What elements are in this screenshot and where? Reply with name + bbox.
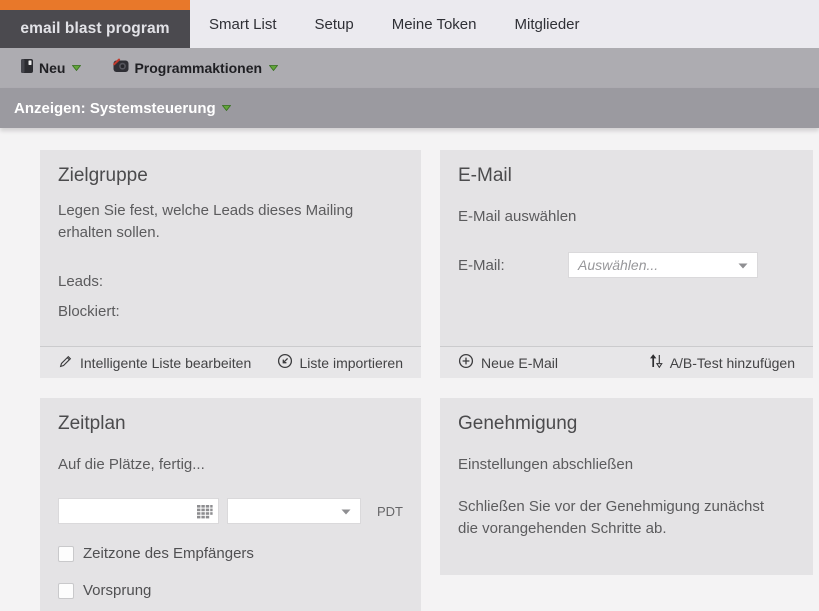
new-button[interactable]: Neu bbox=[20, 58, 82, 79]
content-area: Zielgruppe Legen Sie fest, welche Leads … bbox=[0, 128, 819, 611]
leads-label: Leads: bbox=[58, 273, 104, 290]
notebook-icon bbox=[20, 58, 34, 79]
chevron-down-icon bbox=[269, 65, 279, 71]
new-button-label: Neu bbox=[39, 60, 66, 76]
nav-tabs: Smart List Setup Meine Token Mitglieder bbox=[190, 0, 599, 48]
approval-note: Schließen Sie vor der Genehmigung zunäch… bbox=[458, 498, 765, 537]
email-panel-footer: Neue E-Mail A/B-Test hinzufügen bbox=[440, 346, 813, 378]
tab-setup[interactable]: Setup bbox=[296, 0, 373, 48]
app-window: email blast program Smart List Setup Mei… bbox=[0, 0, 819, 611]
schedule-date-field bbox=[58, 498, 219, 524]
email-field-label: E-Mail: bbox=[458, 256, 505, 274]
audience-panel: Zielgruppe Legen Sie fest, welche Leads … bbox=[40, 150, 421, 378]
schedule-panel-title: Zeitplan bbox=[58, 413, 126, 434]
import-list-link[interactable]: Liste importieren bbox=[277, 353, 404, 372]
tab-mitglieder[interactable]: Mitglieder bbox=[496, 0, 599, 48]
schedule-panel: Zeitplan Auf die Plätze, fertig... PDT Z… bbox=[40, 398, 421, 611]
head-start-label: Vorsprung bbox=[83, 582, 152, 599]
recipient-timezone-label: Zeitzone des Empfängers bbox=[83, 545, 254, 562]
ab-test-link[interactable]: A/B-Test hinzufügen bbox=[649, 354, 795, 371]
timezone-label: PDT bbox=[377, 503, 403, 519]
tab-smart-list[interactable]: Smart List bbox=[190, 0, 296, 48]
program-actions-icon bbox=[113, 58, 129, 78]
recipient-timezone-checkbox[interactable] bbox=[58, 545, 74, 562]
email-panel: E-Mail E-Mail auswählen E-Mail: Auswähle… bbox=[440, 150, 813, 378]
recipient-timezone-row: Zeitzone des Empfängers bbox=[58, 545, 403, 562]
schedule-subtitle: Auf die Plätze, fertig... bbox=[58, 456, 205, 473]
approval-panel: Genehmigung Einstellungen abschließen Sc… bbox=[440, 398, 813, 575]
chevron-down-icon bbox=[221, 105, 231, 111]
audience-panel-title: Zielgruppe bbox=[58, 165, 148, 186]
head-start-row: Vorsprung bbox=[58, 582, 403, 599]
edit-smart-list-label: Intelligente Liste bearbeiten bbox=[80, 354, 252, 371]
head-start-checkbox[interactable] bbox=[58, 582, 74, 599]
audience-description: Legen Sie fest, welche Leads dieses Mail… bbox=[58, 202, 354, 241]
chevron-down-icon bbox=[341, 502, 351, 520]
calendar-icon[interactable] bbox=[196, 504, 213, 524]
approval-subtitle: Einstellungen abschließen bbox=[458, 456, 634, 473]
edit-smart-list-link[interactable]: Intelligente Liste bearbeiten bbox=[58, 354, 251, 372]
chevron-down-icon bbox=[738, 256, 748, 274]
ab-test-label: A/B-Test hinzufügen bbox=[669, 354, 795, 371]
blocked-label: Blockiert: bbox=[58, 303, 120, 320]
tab-meine-token[interactable]: Meine Token bbox=[373, 0, 496, 48]
program-actions-label: Programmaktionen bbox=[134, 60, 263, 76]
new-email-label: Neue E-Mail bbox=[481, 354, 559, 371]
pencil-icon bbox=[58, 354, 73, 372]
email-select[interactable]: Auswählen... bbox=[568, 252, 758, 278]
email-panel-title: E-Mail bbox=[458, 165, 512, 186]
chevron-down-icon bbox=[72, 65, 82, 71]
approval-panel-title: Genehmigung bbox=[458, 413, 578, 434]
audience-panel-footer: Intelligente Liste bearbeiten Liste impo… bbox=[40, 346, 421, 378]
ab-test-arrows-icon bbox=[649, 354, 663, 371]
active-tab-accent-bar bbox=[0, 0, 190, 10]
import-list-icon bbox=[277, 353, 293, 372]
import-list-label: Liste importieren bbox=[299, 354, 404, 371]
view-selector[interactable]: Anzeigen: Systemsteuerung bbox=[0, 88, 819, 128]
email-subtitle: E-Mail auswählen bbox=[458, 208, 577, 225]
schedule-date-input[interactable] bbox=[59, 499, 218, 523]
view-selector-label: Anzeigen: Systemsteuerung bbox=[14, 99, 216, 117]
new-email-link[interactable]: Neue E-Mail bbox=[458, 353, 558, 372]
schedule-time-select[interactable] bbox=[226, 498, 361, 524]
program-actions-button[interactable]: Programmaktionen bbox=[113, 58, 279, 78]
program-tab-label: email blast program bbox=[20, 20, 170, 37]
toolbar: Neu Programmaktionen bbox=[0, 48, 819, 88]
program-tab-bar: email blast program Smart List Setup Mei… bbox=[0, 0, 819, 48]
tab-email-blast-program[interactable]: email blast program bbox=[0, 0, 190, 48]
plus-circle-icon bbox=[458, 353, 474, 372]
email-select-placeholder: Auswählen... bbox=[578, 257, 659, 273]
